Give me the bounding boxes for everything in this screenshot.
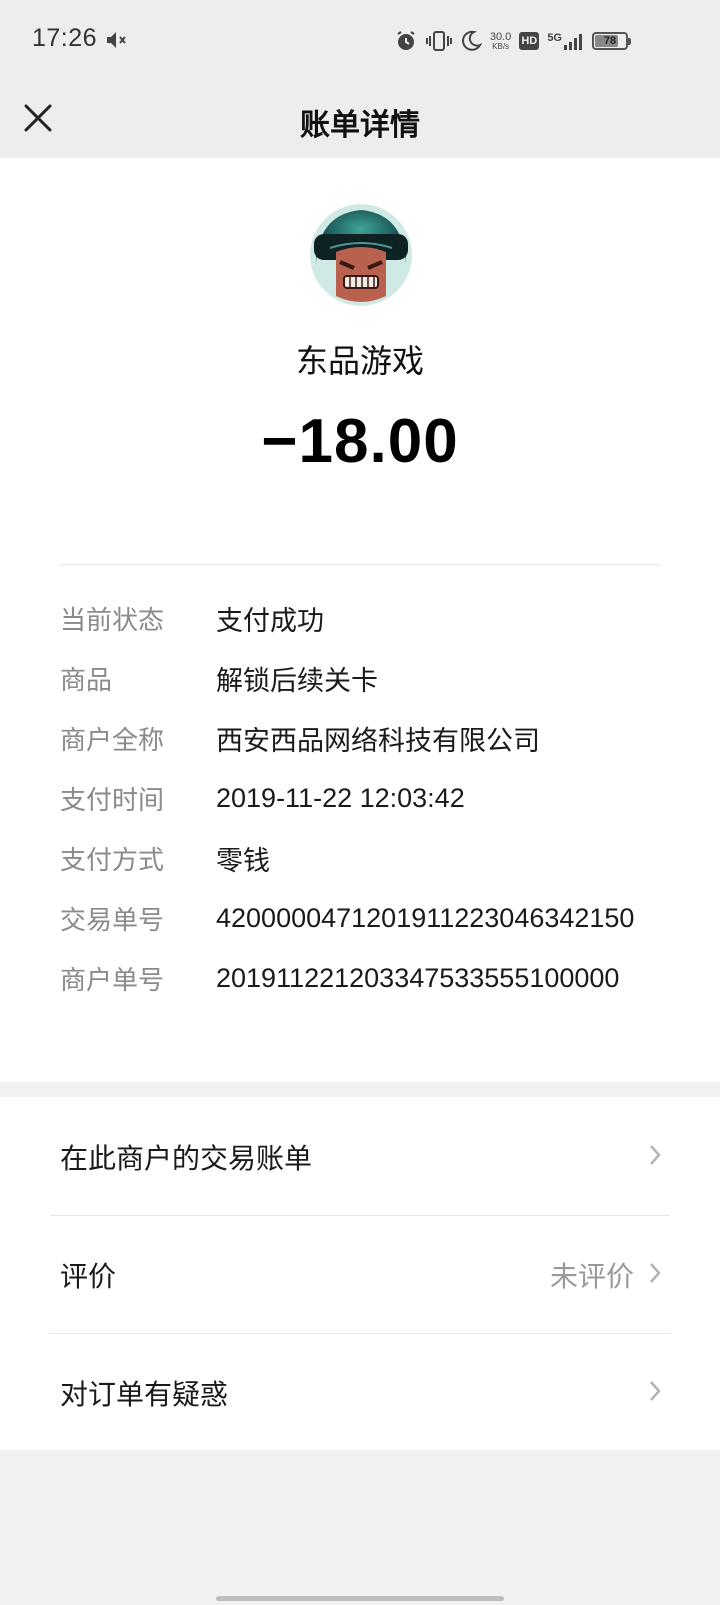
detail-row-transaction-id: 交易单号 4200000471201911223046342150 [60, 888, 680, 948]
merchant-name: 东品游戏 [295, 343, 424, 379]
detail-label: 交易单号 [60, 904, 165, 935]
detail-row-pay-method: 支付方式 零钱 [60, 828, 680, 888]
battery-icon: 78 [592, 32, 631, 50]
alarm-icon [394, 29, 418, 53]
detail-value: 零钱 [216, 845, 270, 876]
net-speed-unit: KB/s [492, 41, 510, 51]
order-question-row[interactable]: 对订单有疑惑 [0, 1333, 720, 1451]
detail-row-product: 商品 解锁后续关卡 [60, 648, 680, 708]
vibrate-icon [425, 29, 452, 53]
detail-label: 支付时间 [60, 784, 165, 815]
detail-row-merchant-fullname: 商户全称 西安西品网络科技有限公司 [60, 708, 680, 768]
battery-level: 78 [603, 35, 617, 47]
detail-row-status: 当前状态 支付成功 [60, 588, 680, 648]
detail-label: 当前状态 [60, 604, 165, 635]
rating-row[interactable]: 评价 未评价 [0, 1215, 720, 1333]
detail-list: 当前状态 支付成功 商品 解锁后续关卡 商户全称 西安西品网络科技有限公司 支付… [60, 588, 680, 1008]
net-speed-value: 30.0 [489, 30, 512, 43]
detail-label: 支付方式 [60, 844, 165, 875]
detail-label: 商户单号 [60, 964, 165, 995]
divider [60, 564, 660, 565]
rating-status: 未评价 [549, 1261, 634, 1292]
detail-label: 商品 [60, 664, 113, 695]
mute-icon [104, 28, 128, 57]
page-title: 账单详情 [300, 109, 420, 142]
network-type: 5G [547, 32, 562, 44]
status-time: 17:26 [32, 24, 98, 52]
chevron-right-icon [648, 1379, 662, 1408]
detail-value: 2019-11-22 12:03:42 [216, 782, 465, 813]
detail-label: 商户全称 [60, 724, 165, 755]
action-label: 在此商户的交易账单 [60, 1143, 313, 1174]
moon-icon [460, 30, 482, 52]
detail-value[interactable]: 201911221203347533555100000 [216, 963, 619, 994]
chevron-right-icon [648, 1143, 662, 1172]
chevron-right-icon [648, 1261, 662, 1290]
merchant-bills-row[interactable]: 在此商户的交易账单 [0, 1097, 720, 1215]
detail-value[interactable]: 4200000471201911223046342150 [216, 903, 634, 934]
payment-amount: −18.00 [261, 407, 459, 476]
detail-value: 支付成功 [216, 605, 324, 636]
action-label: 评价 [60, 1261, 117, 1292]
hd-badge: HD [519, 32, 540, 50]
net-speed: 30.0 KB/s [489, 30, 512, 51]
signal-icon: 5G [547, 32, 584, 50]
status-bar: 17:26 30.0 KB/s HD 5G 78 [0, 0, 720, 82]
action-label: 对订单有疑惑 [60, 1379, 229, 1410]
merchant-avatar [310, 204, 412, 306]
detail-value: 西安西品网络科技有限公司 [216, 725, 540, 756]
nav-bar: 账单详情 [0, 82, 720, 158]
detail-row-pay-time: 支付时间 2019-11-22 12:03:42 [60, 768, 680, 828]
status-icons: 30.0 KB/s HD 5G 78 [394, 24, 631, 58]
detail-row-merchant-order-id: 商户单号 201911221203347533555100000 [60, 948, 680, 1008]
detail-value: 解锁后续关卡 [216, 665, 378, 696]
action-list: 在此商户的交易账单 评价 未评价 对订单有疑惑 [0, 1097, 720, 1450]
home-indicator[interactable] [216, 1596, 504, 1601]
bill-detail-card: 东品游戏 −18.00 当前状态 支付成功 商品 解锁后续关卡 商户全称 西安西… [0, 158, 720, 1082]
